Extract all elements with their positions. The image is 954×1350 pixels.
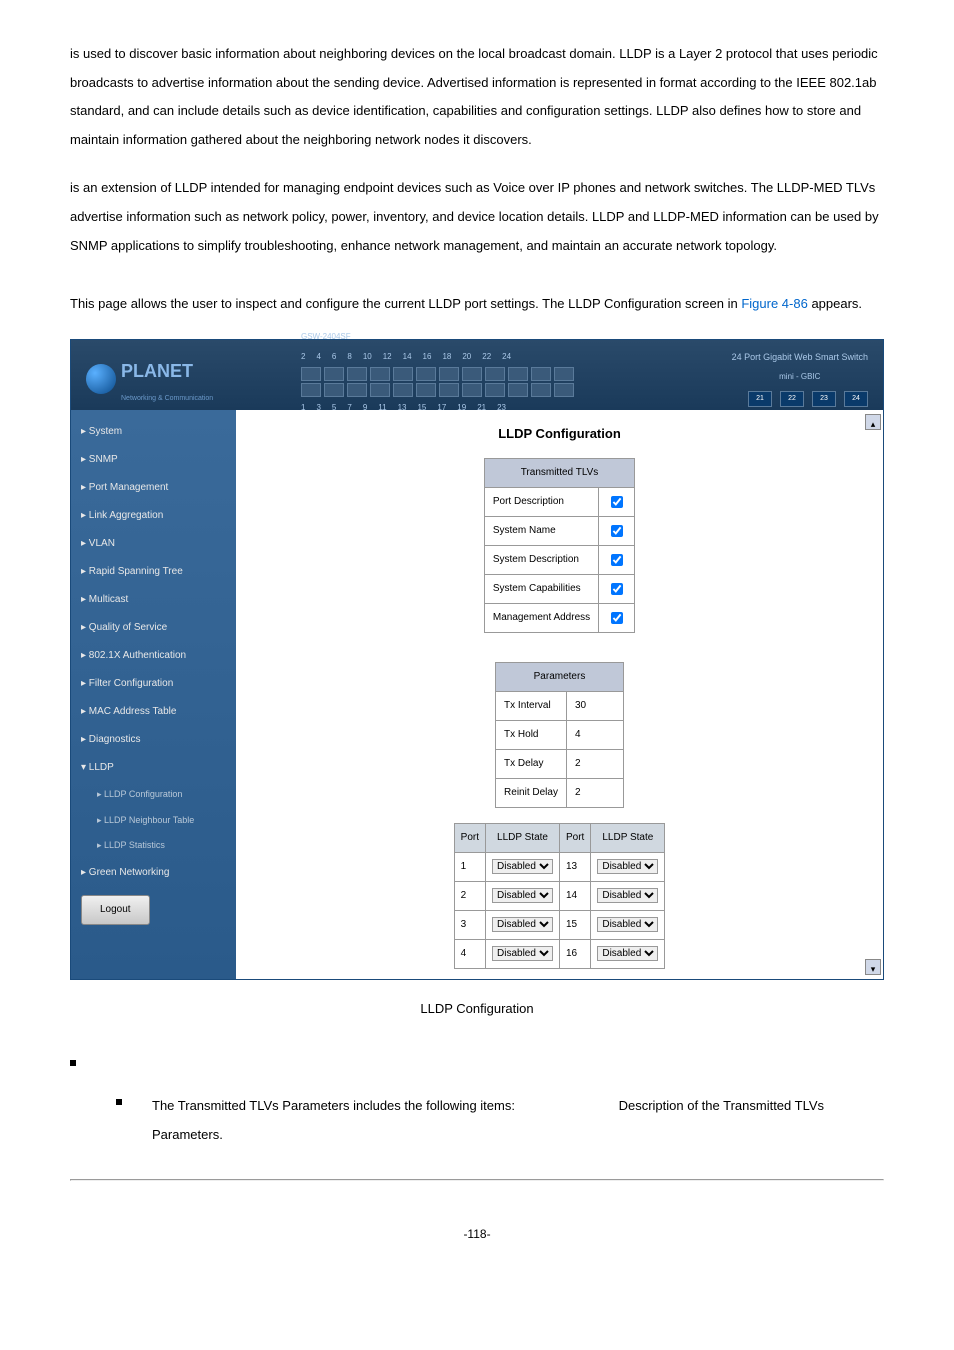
parameters-table: Parameters Tx Interval30 Tx Hold4 Tx Del… (495, 662, 624, 808)
paragraph-lldp-intro: is used to discover basic information ab… (70, 40, 884, 154)
param-label: Tx Delay (496, 749, 567, 778)
port-num: 4 (454, 939, 485, 968)
nav-diagnostics[interactable]: ▸ Diagnostics (71, 726, 236, 754)
nav-lldp-statistics[interactable]: ▸ LLDP Statistics (71, 833, 236, 859)
port-num: 16 (560, 939, 591, 968)
nav-multicast[interactable]: ▸ Multicast (71, 586, 236, 614)
nav-system[interactable]: ▸ System (71, 418, 236, 446)
brand-logo: PLANET Networking & Communication (86, 352, 213, 407)
scroll-down-icon[interactable]: ▾ (865, 959, 881, 975)
tlv-label: Management Address (484, 604, 598, 633)
nav-lldp-configuration[interactable]: ▸ LLDP Configuration (71, 782, 236, 808)
nav-sidebar: ▸ System ▸ SNMP ▸ Port Management ▸ Link… (71, 410, 236, 979)
figure-caption: LLDP Configuration (70, 995, 884, 1024)
tx-delay-value[interactable]: 2 (566, 749, 623, 778)
nav-lldp-neighbour-table[interactable]: ▸ LLDP Neighbour Table (71, 808, 236, 834)
lldp-state-select[interactable]: Disabled (492, 946, 553, 961)
screenshot-figure: GSW-2404SF PLANET Networking & Communica… (70, 339, 884, 980)
bullet-icon (116, 1099, 122, 1105)
port-num: 2 (454, 881, 485, 910)
col-lldp-state: LLDP State (591, 823, 665, 852)
parameters-header: Parameters (496, 662, 624, 691)
text: is an extension of LLDP intended for man… (70, 180, 879, 252)
logo-subtitle: Networking & Communication (121, 391, 213, 406)
system-capabilities-checkbox[interactable] (611, 583, 623, 595)
page-title: LLDP Configuration (246, 420, 873, 449)
sub-bullet-row: The Transmitted TLVs Parameters includes… (70, 1092, 884, 1149)
param-label: Tx Hold (496, 720, 567, 749)
port-num: 3 (454, 910, 485, 939)
logout-button[interactable]: Logout (81, 895, 150, 925)
transmitted-tlvs-table: Transmitted TLVs Port Description System… (484, 458, 635, 633)
port-description-checkbox[interactable] (611, 496, 623, 508)
tlv-label: System Description (484, 546, 598, 575)
tlv-label: System Capabilities (484, 575, 598, 604)
port-panel: 24681012141618202224 1357911131517192123 (301, 348, 574, 417)
lldp-state-select[interactable]: Disabled (492, 888, 553, 903)
header-right: 24 Port Gigabit Web Smart Switch mini - … (732, 348, 868, 407)
col-lldp-state: LLDP State (486, 823, 560, 852)
nav-rapid-spanning-tree[interactable]: ▸ Rapid Spanning Tree (71, 558, 236, 586)
port-num: 15 (560, 910, 591, 939)
tlv-label: Port Description (484, 488, 598, 517)
figure-link[interactable]: Figure 4-86 (741, 296, 807, 311)
lldp-state-select[interactable]: Disabled (597, 946, 658, 961)
management-address-checkbox[interactable] (611, 612, 623, 624)
nav-port-management[interactable]: ▸ Port Management (71, 474, 236, 502)
nav-mac-address-table[interactable]: ▸ MAC Address Table (71, 698, 236, 726)
tlv-header: Transmitted TLVs (484, 459, 634, 488)
tx-hold-value[interactable]: 4 (566, 720, 623, 749)
lldp-state-select[interactable]: Disabled (597, 917, 658, 932)
tx-interval-value[interactable]: 30 (566, 691, 623, 720)
lldp-state-select[interactable]: Disabled (597, 888, 658, 903)
lldp-state-select[interactable]: Disabled (597, 859, 658, 874)
divider (70, 1179, 884, 1181)
logo-text: PLANET (121, 352, 213, 392)
param-label: Reinit Delay (496, 778, 567, 807)
nav-quality-of-service[interactable]: ▸ Quality of Service (71, 614, 236, 642)
bullet-icon (70, 1060, 76, 1066)
nav-lldp[interactable]: ▾ LLDP (71, 754, 236, 782)
port-num: 14 (560, 881, 591, 910)
lldp-state-select[interactable]: Disabled (492, 859, 553, 874)
nav-green-networking[interactable]: ▸ Green Networking (71, 859, 236, 887)
bullet-row (70, 1049, 884, 1078)
lldp-state-select[interactable]: Disabled (492, 917, 553, 932)
gbic-label: mini - GBIC (732, 368, 868, 386)
paragraph-config-intro: This page allows the user to inspect and… (70, 290, 884, 319)
text: appears. (808, 296, 862, 311)
nav-link-aggregation[interactable]: ▸ Link Aggregation (71, 502, 236, 530)
device-header: GSW-2404SF PLANET Networking & Communica… (71, 340, 883, 410)
page-number: -118- (70, 1221, 884, 1247)
scroll-up-icon[interactable]: ▴ (865, 414, 881, 430)
bullet-text: The Transmitted TLVs Parameters includes… (152, 1098, 515, 1113)
content-pane: ▴ LLDP Configuration Transmitted TLVs Po… (236, 410, 883, 979)
system-name-checkbox[interactable] (611, 525, 623, 537)
port-num: 1 (454, 852, 485, 881)
port-num: 13 (560, 852, 591, 881)
nav-filter-config[interactable]: ▸ Filter Configuration (71, 670, 236, 698)
reinit-delay-value[interactable]: 2 (566, 778, 623, 807)
model-label: GSW-2404SF (301, 328, 351, 346)
globe-icon (86, 364, 116, 394)
nav-snmp[interactable]: ▸ SNMP (71, 446, 236, 474)
product-name: 24 Port Gigabit Web Smart Switch (732, 348, 868, 368)
param-label: Tx Interval (496, 691, 567, 720)
col-port: Port (454, 823, 485, 852)
col-port: Port (560, 823, 591, 852)
paragraph-lldp-med: is an extension of LLDP intended for man… (70, 174, 884, 260)
text: This page allows the user to inspect and… (70, 296, 741, 311)
system-description-checkbox[interactable] (611, 554, 623, 566)
tlv-label: System Name (484, 517, 598, 546)
nav-8021x[interactable]: ▸ 802.1X Authentication (71, 642, 236, 670)
nav-vlan[interactable]: ▸ VLAN (71, 530, 236, 558)
port-state-table: Port LLDP State Port LLDP State 1 Disable… (454, 823, 666, 969)
